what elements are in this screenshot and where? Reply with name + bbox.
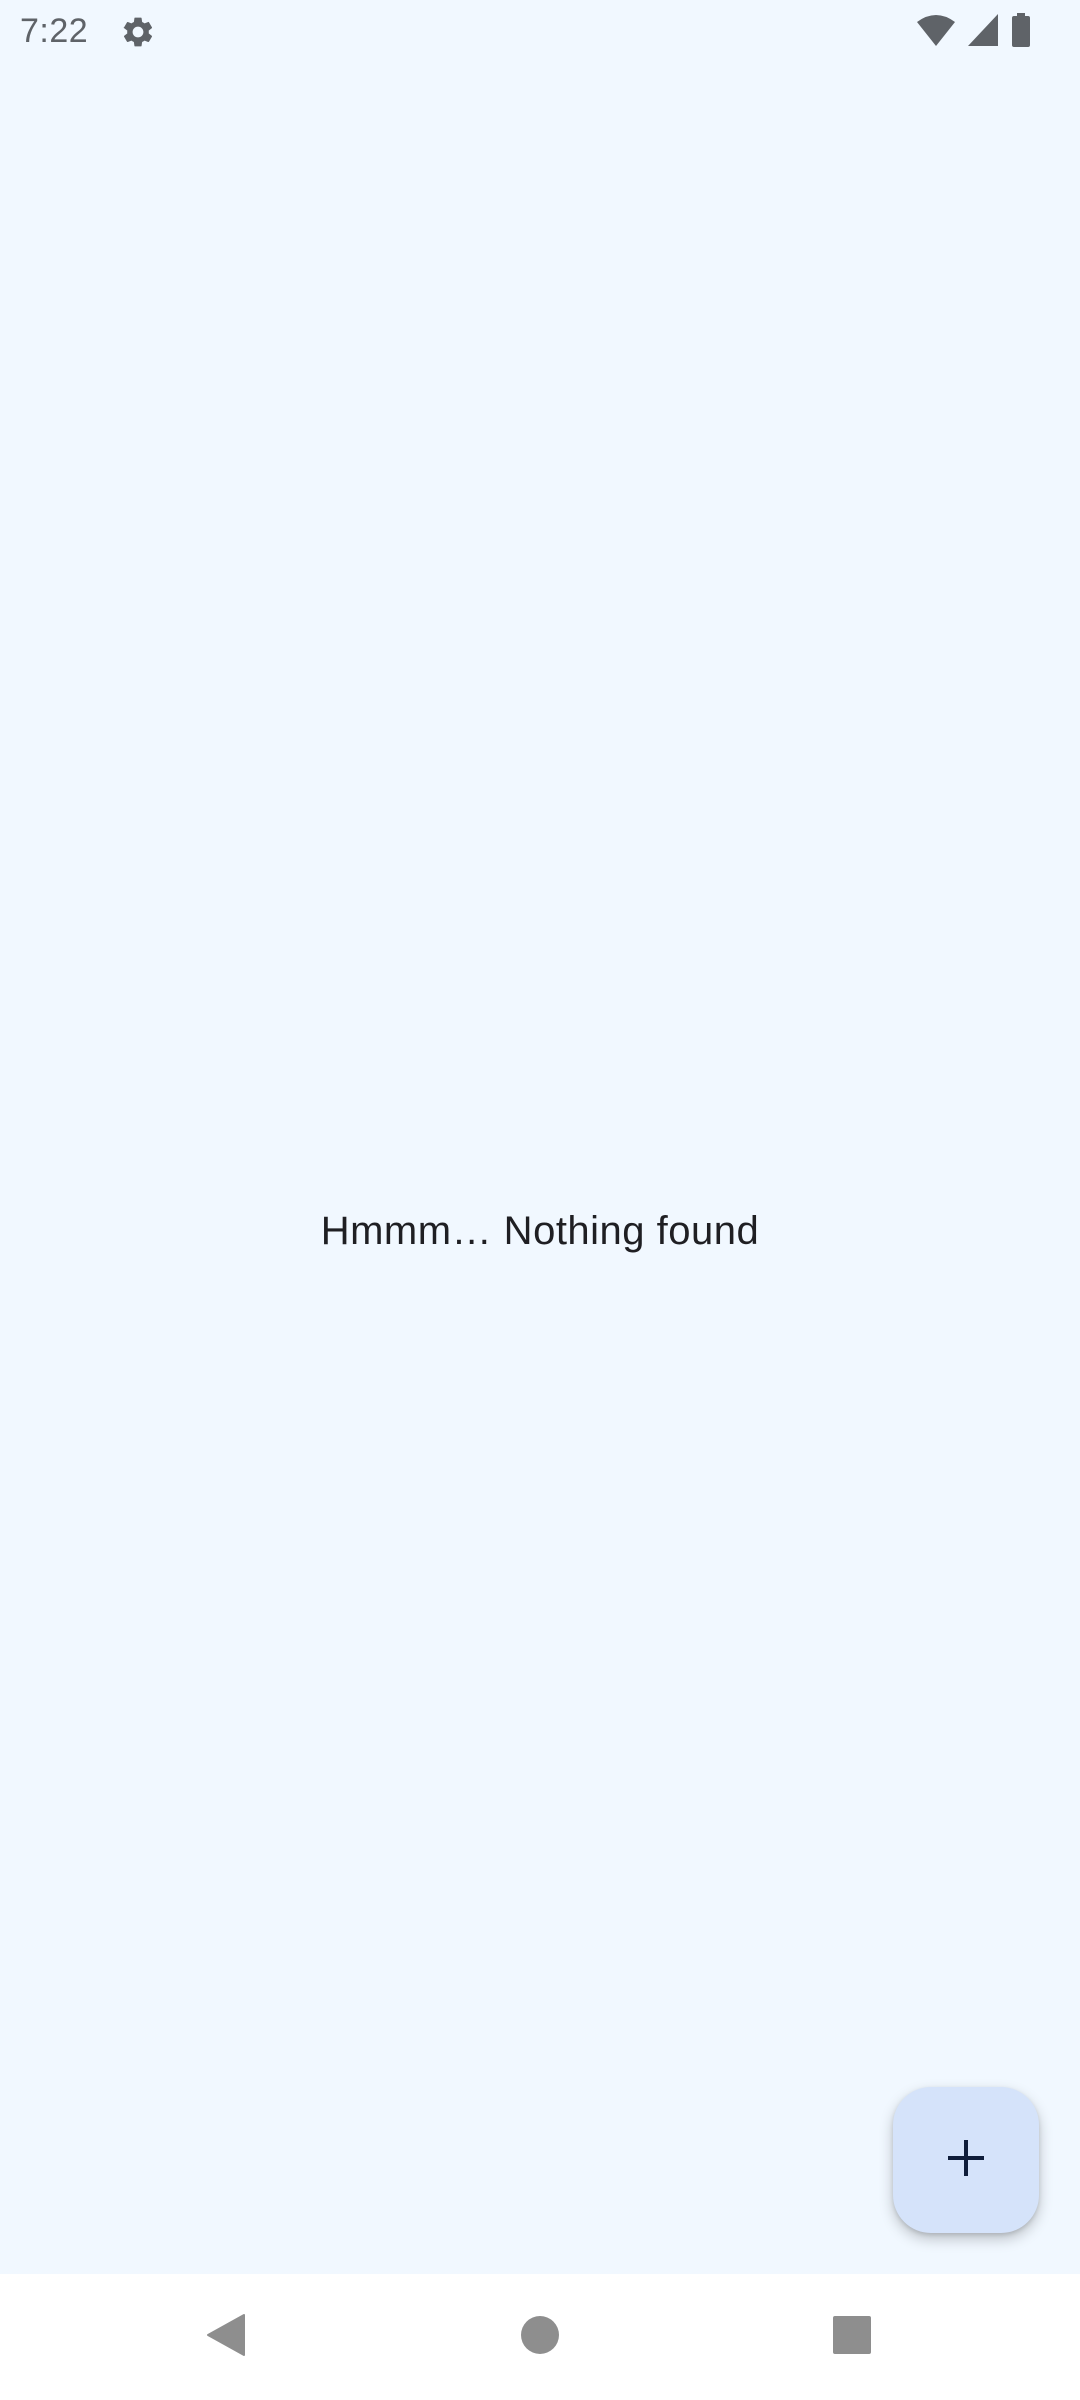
back-button[interactable] [166, 2274, 286, 2400]
recents-button[interactable] [792, 2274, 912, 2400]
empty-state-message: Hmmm… Nothing found [320, 1209, 760, 1253]
recents-icon [832, 2315, 872, 2360]
status-icons [916, 12, 1032, 53]
back-icon [204, 2311, 248, 2364]
battery-icon [1010, 12, 1032, 53]
wifi-icon [916, 12, 956, 53]
add-button[interactable] [893, 2087, 1039, 2233]
status-bar: 7:22 [0, 0, 1080, 64]
settings-icon [120, 14, 156, 50]
home-icon [520, 2315, 560, 2360]
main-content: Hmmm… Nothing found [0, 64, 1080, 2274]
plus-icon [944, 2136, 988, 2185]
status-time: 7:22 [20, 12, 89, 50]
cellular-signal-icon [966, 12, 1000, 53]
navigation-bar [0, 2274, 1080, 2400]
home-button[interactable] [480, 2274, 600, 2400]
